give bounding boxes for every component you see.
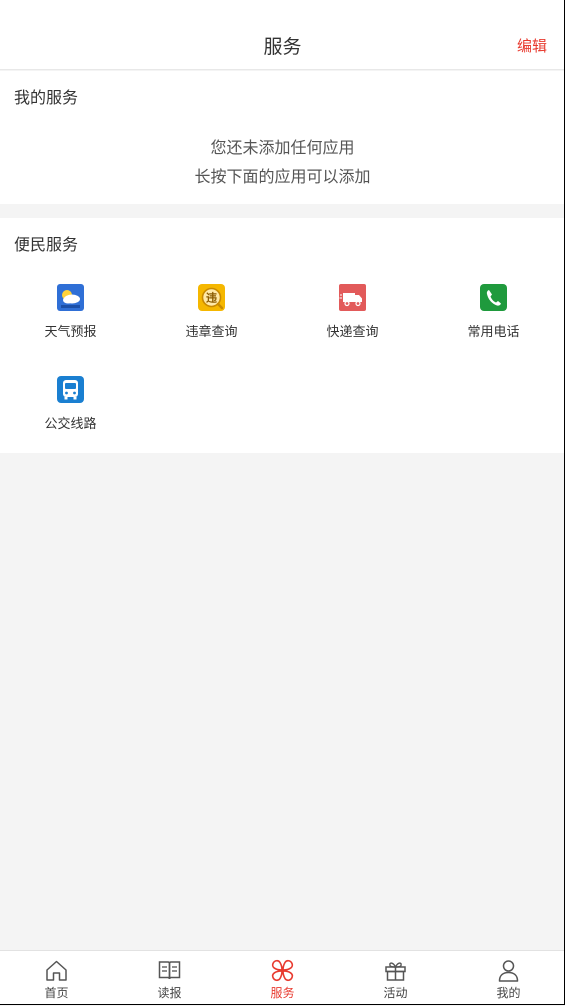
user-icon — [498, 960, 519, 982]
tab-label: 活动 — [383, 986, 408, 1000]
service-violation[interactable]: 违 违章查询 — [141, 284, 282, 354]
phone-icon — [480, 284, 507, 311]
tab-activity[interactable]: 活动 — [339, 951, 452, 1006]
service-weather[interactable]: 天气预报 — [0, 284, 141, 354]
page-title: 服务 — [263, 36, 302, 58]
edit-button[interactable]: 编辑 — [517, 35, 547, 57]
service-label: 快递查询 — [326, 325, 379, 340]
service-label: 常用电话 — [467, 325, 520, 340]
convenience-services-title: 便民服务 — [14, 235, 79, 254]
service-bus[interactable]: 公交线路 — [0, 376, 141, 446]
tab-label: 读报 — [157, 986, 182, 1000]
my-services-section: 我的服务 您还未添加任何应用 长按下面的应用可以添加 — [0, 71, 565, 204]
service-label: 公交线路 — [44, 417, 97, 432]
top-bar: 服务 编辑 — [0, 0, 565, 70]
my-services-title: 我的服务 — [14, 88, 79, 107]
delivery-truck-icon — [339, 284, 366, 311]
service-phone[interactable]: 常用电话 — [423, 284, 564, 354]
bus-icon — [57, 376, 84, 403]
tab-label: 服务 — [270, 986, 295, 1000]
services-icon — [271, 959, 294, 982]
home-icon — [46, 960, 67, 981]
tab-home[interactable]: 首页 — [0, 951, 113, 1006]
violation-icon: 违 — [198, 284, 225, 311]
gift-icon — [385, 962, 406, 981]
bottom-tab-bar: 首页 读报 服务 活动 我的 — [0, 950, 565, 1005]
service-label: 违章查询 — [185, 325, 238, 340]
tab-label: 我的 — [496, 986, 521, 1000]
svg-text:违: 违 — [206, 291, 217, 305]
service-label: 天气预报 — [44, 325, 97, 340]
empty-message: 您还未添加任何应用 — [210, 138, 355, 157]
convenience-services-section: 便民服务 天气预报 违 违章查询 快递查询 常用电话 公交线路 — [0, 218, 565, 453]
service-delivery[interactable]: 快递查询 — [282, 284, 423, 354]
weather-icon — [57, 284, 84, 311]
tab-services[interactable]: 服务 — [226, 951, 339, 1006]
empty-hint: 长按下面的应用可以添加 — [194, 167, 371, 186]
tab-newspaper[interactable]: 读报 — [113, 951, 226, 1006]
tab-label: 首页 — [44, 986, 69, 1000]
newspaper-icon — [158, 961, 181, 980]
tab-mine[interactable]: 我的 — [452, 951, 565, 1006]
